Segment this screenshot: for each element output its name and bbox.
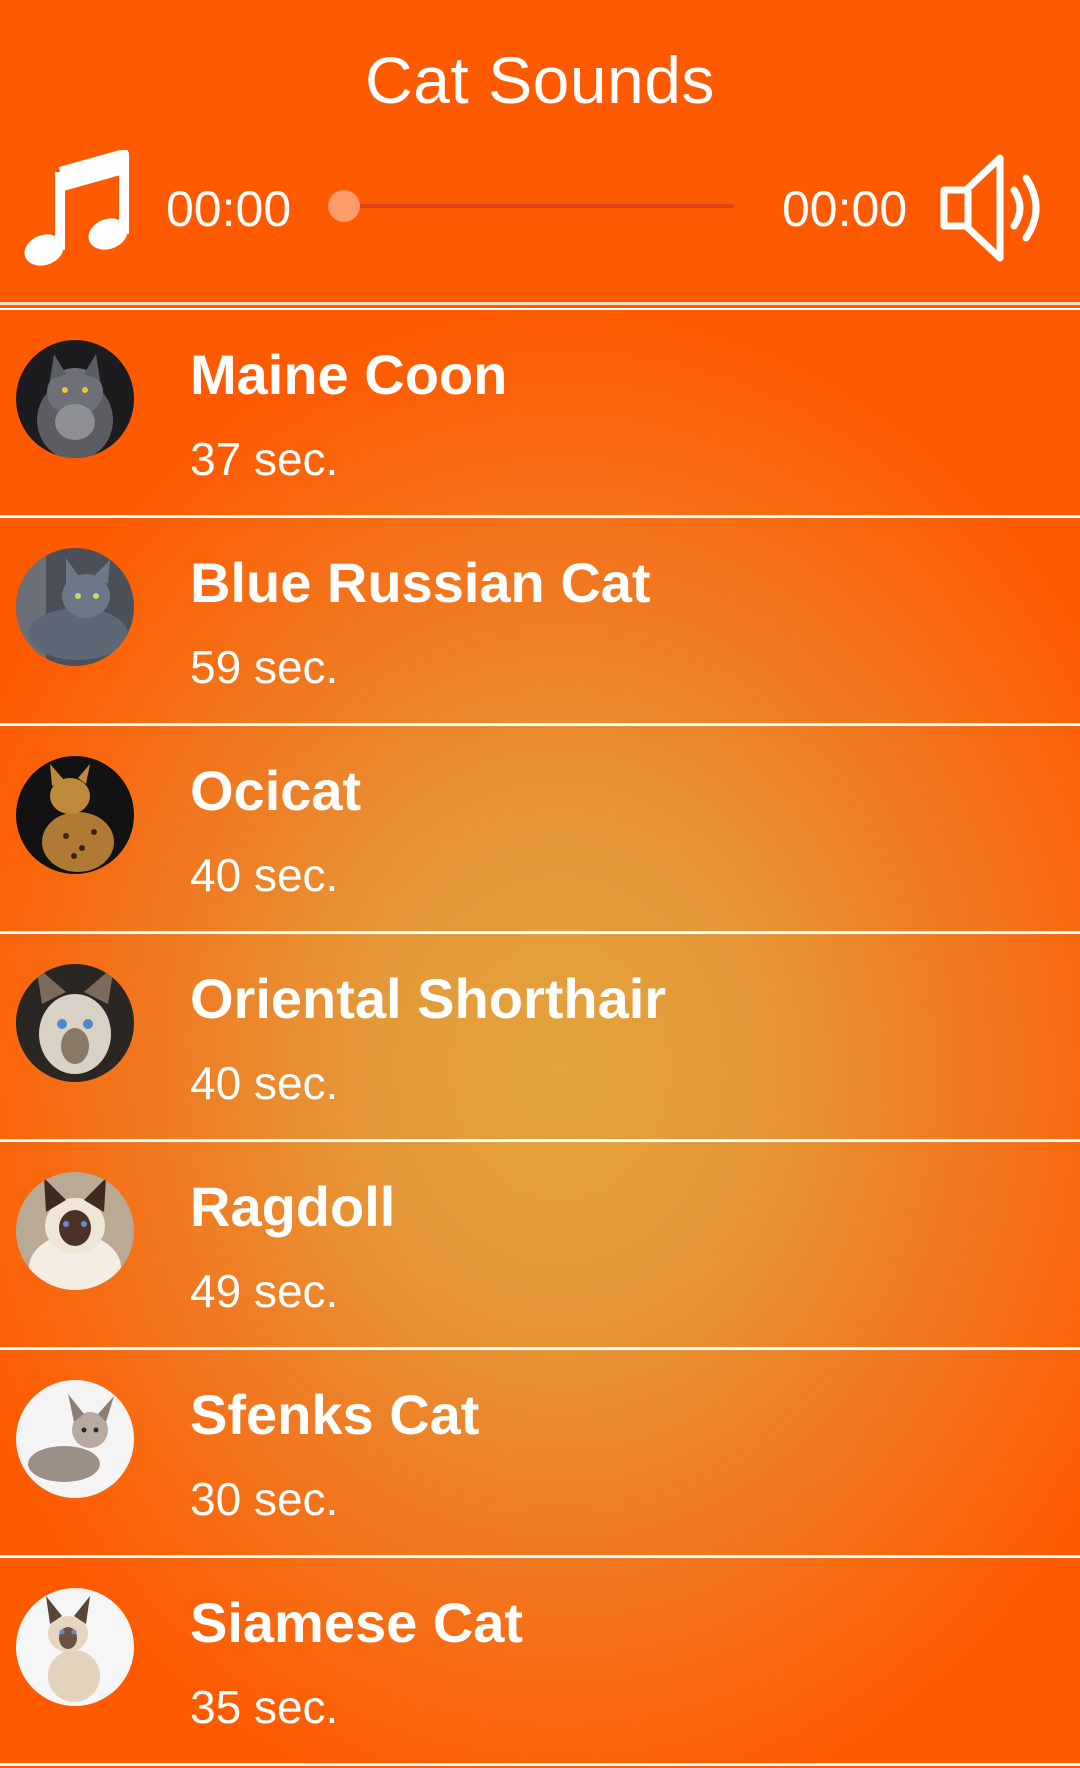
cat-avatar bbox=[16, 1172, 134, 1290]
cat-name: Maine Coon bbox=[190, 343, 508, 406]
cat-name: Ragdoll bbox=[190, 1175, 396, 1238]
list-item[interactable]: Ragdoll 49 sec. bbox=[0, 1142, 1080, 1350]
cat-avatar bbox=[16, 756, 134, 874]
page-title: Cat Sounds bbox=[365, 43, 715, 117]
cat-avatar bbox=[16, 1588, 134, 1706]
cat-duration: 40 sec. bbox=[190, 849, 339, 901]
current-time: 00:00 bbox=[166, 181, 292, 237]
cat-duration: 59 sec. bbox=[190, 641, 339, 693]
seek-track bbox=[342, 204, 734, 208]
list-item[interactable]: Ocicat 40 sec. bbox=[0, 726, 1080, 934]
cat-duration: 49 sec. bbox=[190, 1265, 339, 1317]
cat-avatar bbox=[16, 964, 134, 1082]
cat-avatar bbox=[16, 340, 134, 458]
cat-duration: 37 sec. bbox=[190, 433, 339, 485]
cat-avatar bbox=[16, 548, 134, 666]
cat-name: Blue Russian Cat bbox=[190, 551, 651, 614]
list-item[interactable]: Siamese Cat 35 sec. bbox=[0, 1558, 1080, 1766]
cat-name: Oriental Shorthair bbox=[190, 967, 667, 1030]
cat-sound-list: Maine Coon 37 sec. Blue Russian Cat 59 s… bbox=[0, 310, 1080, 1768]
list-item[interactable]: Maine Coon 37 sec. bbox=[0, 310, 1080, 518]
total-time: 00:00 bbox=[782, 181, 908, 237]
cat-name: Ocicat bbox=[190, 759, 362, 822]
cat-duration: 35 sec. bbox=[190, 1681, 339, 1733]
cat-duration: 30 sec. bbox=[190, 1473, 339, 1525]
cat-name: Sfenks Cat bbox=[190, 1383, 480, 1446]
cat-duration: 40 sec. bbox=[190, 1057, 339, 1109]
list-item[interactable]: Oriental Shorthair 40 sec. bbox=[0, 934, 1080, 1142]
cat-name: Siamese Cat bbox=[190, 1591, 524, 1654]
player-header: Cat Sounds 00:00 00:00 bbox=[0, 0, 1080, 302]
seek-bar[interactable] bbox=[328, 190, 734, 222]
list-item[interactable]: Blue Russian Cat 59 sec. bbox=[0, 518, 1080, 726]
cat-avatar bbox=[16, 1380, 134, 1498]
list-item[interactable]: Sfenks Cat 30 sec. bbox=[0, 1350, 1080, 1558]
music-note-icon[interactable] bbox=[22, 150, 130, 268]
seek-thumb[interactable] bbox=[328, 190, 360, 222]
app-screen: Cat Sounds 00:00 00:00 Maine Coon 37 sec… bbox=[0, 0, 1080, 1768]
volume-icon[interactable] bbox=[938, 150, 1056, 266]
